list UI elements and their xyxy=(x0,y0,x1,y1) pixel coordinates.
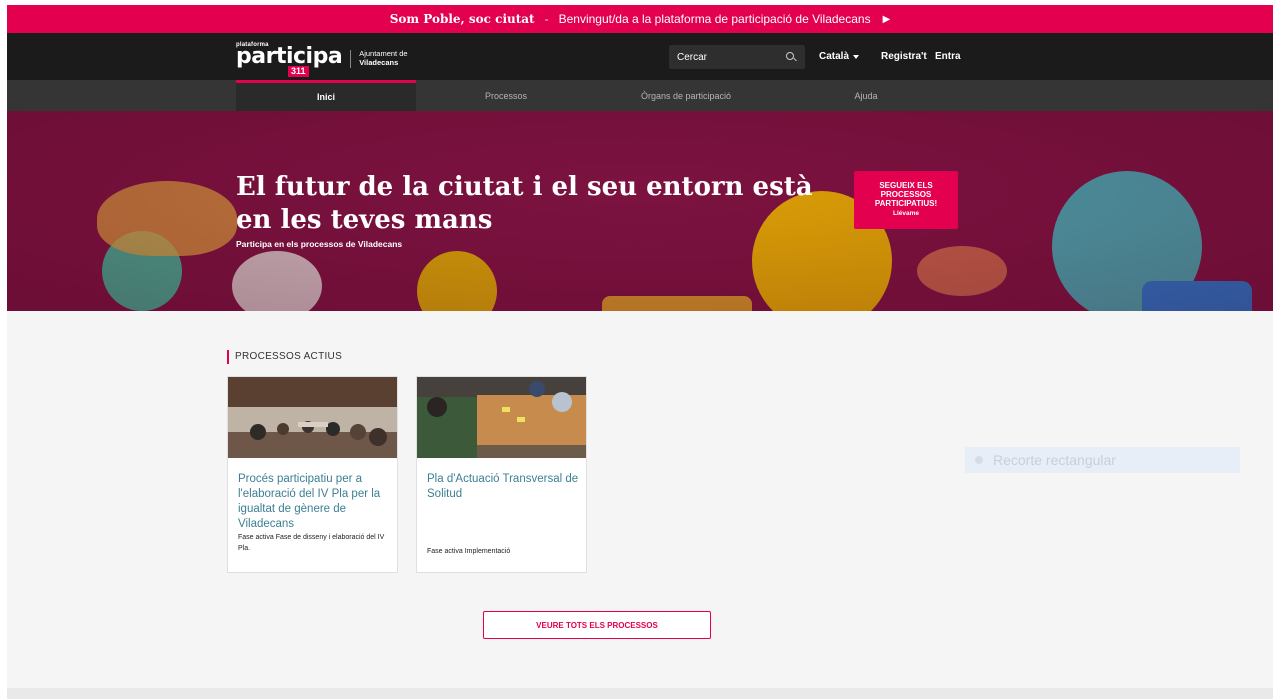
process-card[interactable]: Procés participatiu per a l'elaboració d… xyxy=(227,376,398,573)
follow-processes-button[interactable]: SEGUEIX ELS PROCESSOS PARTICIPATIUS! Llé… xyxy=(854,171,958,229)
language-selector[interactable]: Català xyxy=(819,51,860,62)
process-phase: Fase activa Fase de disseny i elaboració… xyxy=(238,534,385,552)
overlay-label: Recorte rectangular xyxy=(993,452,1116,468)
hero-banner: El futur de la ciutat i el seu entorn es… xyxy=(7,111,1273,311)
cta-main-label: SEGUEIX ELS PROCESSOS PARTICIPATIUS! xyxy=(874,181,938,208)
search-icon[interactable] xyxy=(785,51,797,63)
section-title: PROCESSOS ACTIUS xyxy=(227,350,342,364)
org-line2: Viladecans xyxy=(359,58,399,67)
announcement-separator: - xyxy=(544,12,549,26)
main-nav: Inici Processos Òrgans de participació A… xyxy=(7,80,1273,111)
tab-organs[interactable]: Òrgans de participació xyxy=(596,80,776,111)
record-dot-icon xyxy=(975,456,983,464)
search-input[interactable]: Cercar xyxy=(669,45,805,69)
logo-divider xyxy=(350,50,352,68)
logo-small-text: plataforma xyxy=(236,42,269,48)
tab-ajuda[interactable]: Ajuda xyxy=(776,80,956,111)
login-link[interactable]: Entra xyxy=(935,51,961,62)
announcement-bar[interactable]: Som Poble, soc ciutat - Benvingut/da a l… xyxy=(7,5,1273,33)
site-header: plataforma participa 311 Ajuntament de V… xyxy=(7,33,1273,80)
hero-subtitle: Participa en els processos de Viladecans xyxy=(236,239,403,249)
snipping-overlay: Recorte rectangular xyxy=(965,447,1240,473)
page: Som Poble, soc ciutat - Benvingut/da a l… xyxy=(0,0,1276,699)
register-link[interactable]: Registra't xyxy=(881,51,927,62)
caret-down-icon xyxy=(853,54,860,59)
cta-sub-label: Llévame xyxy=(892,210,920,217)
process-image[interactable] xyxy=(228,377,397,458)
org-name: Ajuntament de Viladecans xyxy=(359,49,407,67)
meeting-photo xyxy=(228,377,397,458)
logo-number: 311 xyxy=(288,66,309,77)
process-title[interactable]: Procés participatiu per a l'elaboració d… xyxy=(238,472,393,532)
process-image[interactable] xyxy=(417,377,586,458)
org-line1: Ajuntament de xyxy=(359,49,408,58)
announcement-bold: Som Poble, soc ciutat xyxy=(389,12,535,26)
play-arrow-icon[interactable]: ▶ xyxy=(883,14,891,25)
hero-title: El futur de la ciutat i el seu entorn es… xyxy=(236,172,813,235)
tab-processos[interactable]: Processos xyxy=(416,80,596,111)
process-card[interactable]: Pla d'Actuació Transversal de Solitud Fa… xyxy=(416,376,587,573)
process-phase: Fase activa Implementació xyxy=(427,548,511,555)
search-placeholder: Cercar xyxy=(677,51,708,63)
table-photo xyxy=(417,377,586,458)
announcement-message[interactable]: Benvingut/da a la plataforma de particip… xyxy=(559,12,871,26)
view-all-processes-button[interactable]: VEURE TOTS ELS PROCESSOS xyxy=(483,611,711,639)
process-title[interactable]: Pla d'Actuació Transversal de Solitud xyxy=(427,472,582,502)
language-label: Català xyxy=(819,51,850,62)
tab-inici[interactable]: Inici xyxy=(236,80,416,111)
site-logo[interactable]: plataforma participa 311 Ajuntament de V… xyxy=(236,42,408,77)
footer-strip xyxy=(7,688,1273,699)
